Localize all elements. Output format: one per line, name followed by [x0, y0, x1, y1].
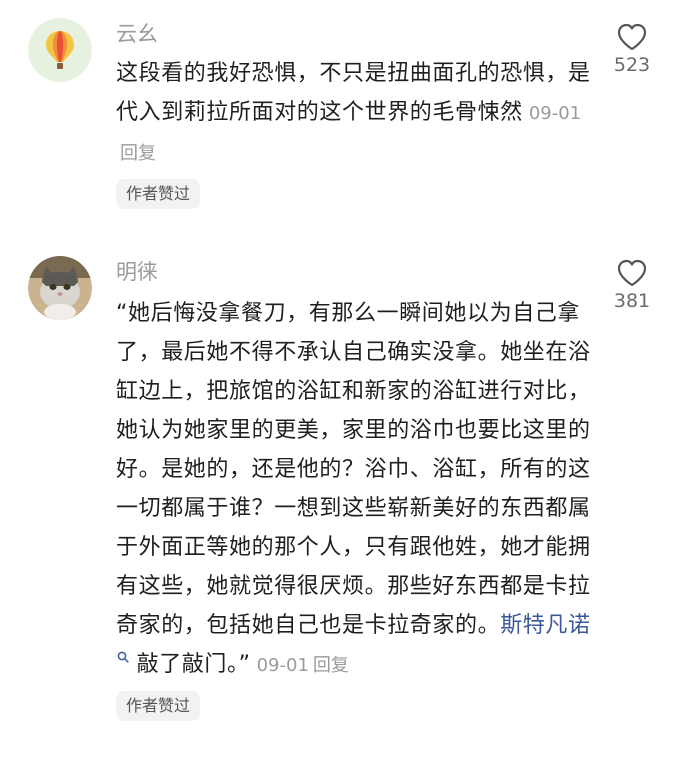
mention-text[interactable]: 斯特凡诺 [500, 613, 590, 638]
author-liked-badge: 作者赞过 [116, 179, 201, 209]
heart-icon[interactable] [616, 258, 648, 288]
comment-text-body: 这段看的我好恐惧，不只是扭曲面孔的恐惧，是代入到莉拉所面对的这个世界的毛骨悚然 [116, 61, 591, 125]
comment-text-tail: 敲了敲门。” [129, 652, 251, 677]
comment-date: 09-01 [256, 655, 309, 676]
cat-avatar-icon [28, 256, 92, 320]
author-liked-badge: 作者赞过 [116, 691, 201, 721]
like-control[interactable]: 523 [602, 22, 662, 76]
like-count: 523 [613, 54, 651, 76]
avatar[interactable] [28, 256, 92, 320]
like-control[interactable]: 381 [602, 258, 662, 312]
comment-text: 这段看的我好恐惧，不只是扭曲面孔的恐惧，是代入到莉拉所面对的这个世界的毛骨悚然 0… [116, 54, 596, 173]
comment-date: 09-01 [528, 103, 582, 124]
comment-text-body: “她后悔没拿餐刀，有那么一瞬间她以为自己拿了，最后她不得不承认自己确实没拿。她坐… [116, 301, 591, 638]
heart-icon[interactable] [616, 22, 648, 52]
comment-text: “她后悔没拿餐刀，有那么一瞬间她以为自己拿了，最后她不得不承认自己确实没拿。她坐… [116, 294, 596, 685]
username[interactable]: 云幺 [116, 20, 596, 48]
hot-air-balloon-icon [28, 18, 92, 82]
reply-button[interactable]: 回复 [120, 143, 156, 164]
avatar[interactable] [28, 18, 92, 82]
username[interactable]: 明徕 [116, 258, 596, 286]
search-icon[interactable] [117, 651, 129, 663]
like-count: 381 [613, 290, 651, 312]
reply-button[interactable]: 回复 [313, 655, 349, 676]
